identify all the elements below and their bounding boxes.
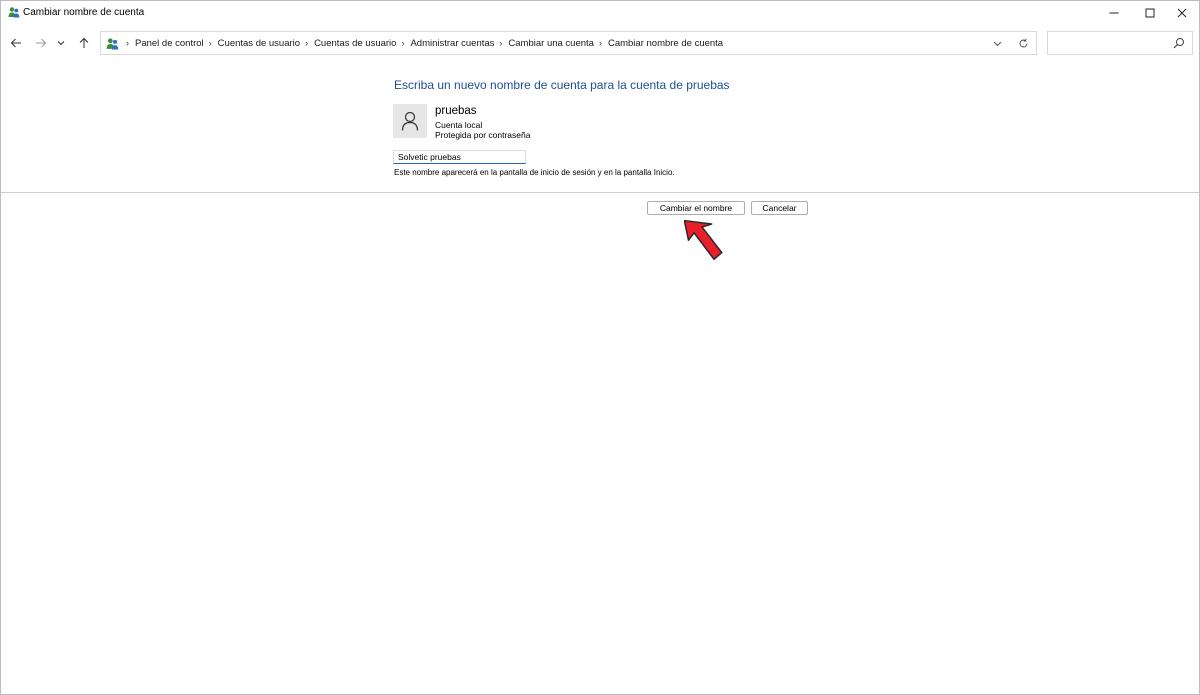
account-protection: Protegida por contraseña — [435, 130, 531, 140]
breadcrumb-item[interactable]: Panel de control — [135, 38, 204, 49]
address-dropdown-button[interactable] — [990, 37, 1004, 50]
chevron-right-icon: › — [305, 38, 309, 48]
recent-locations-button[interactable] — [54, 33, 68, 53]
forward-button[interactable] — [31, 33, 51, 53]
arrow-left-icon — [10, 38, 21, 48]
maximize-button[interactable] — [1132, 1, 1168, 25]
divider — [1, 192, 1199, 193]
control-panel-window: Cambiar nombre de cuenta › Panel de cont… — [0, 0, 1200, 695]
chevron-right-icon: › — [499, 38, 503, 48]
maximize-icon — [1145, 8, 1155, 18]
back-button[interactable] — [6, 33, 26, 53]
breadcrumb-item[interactable]: Cambiar nombre de cuenta — [608, 38, 723, 49]
name-hint-text: Este nombre aparecerá en la pantalla de … — [394, 168, 675, 177]
close-icon — [1177, 8, 1187, 18]
minimize-icon — [1109, 12, 1119, 14]
chevron-right-icon: › — [208, 38, 212, 48]
breadcrumb-item[interactable]: Cuentas de usuario — [314, 38, 396, 49]
users-icon — [8, 7, 20, 18]
search-icon[interactable] — [1173, 37, 1185, 49]
user-icon — [401, 111, 419, 131]
rename-button[interactable]: Cambiar el nombre — [647, 201, 745, 215]
red-pointer-icon — [684, 219, 723, 261]
page-title: Escriba un nuevo nombre de cuenta para l… — [394, 78, 730, 92]
chevron-right-icon: › — [126, 38, 129, 48]
breadcrumb: › Panel de control › Cuentas de usuario … — [121, 32, 723, 54]
refresh-icon — [1019, 38, 1028, 48]
navigation-bar: › Panel de control › Cuentas de usuario … — [1, 29, 1199, 57]
breadcrumb-item[interactable]: Administrar cuentas — [410, 38, 494, 49]
arrow-up-icon — [79, 37, 89, 48]
breadcrumb-item[interactable]: Cambiar una cuenta — [508, 38, 594, 49]
account-type: Cuenta local — [435, 120, 483, 130]
chevron-right-icon: › — [598, 38, 602, 48]
minimize-button[interactable] — [1096, 1, 1132, 25]
search-box[interactable] — [1047, 31, 1193, 55]
breadcrumb-item[interactable]: Cuentas de usuario — [218, 38, 300, 49]
arrow-right-icon — [36, 38, 47, 48]
account-name: pruebas — [435, 105, 477, 117]
users-icon — [106, 38, 119, 50]
chevron-right-icon: › — [401, 38, 405, 48]
close-button[interactable] — [1164, 1, 1200, 25]
window-title: Cambiar nombre de cuenta — [23, 7, 145, 18]
new-account-name-input[interactable] — [393, 150, 526, 164]
chevron-down-icon — [993, 41, 1001, 47]
refresh-button[interactable] — [1016, 36, 1031, 51]
address-bar[interactable]: › Panel de control › Cuentas de usuario … — [100, 31, 1037, 55]
search-input[interactable] — [1052, 35, 1170, 51]
avatar — [393, 104, 427, 138]
cancel-button[interactable]: Cancelar — [751, 201, 808, 215]
chevron-down-icon — [57, 41, 65, 46]
up-button[interactable] — [74, 33, 94, 53]
title-bar: Cambiar nombre de cuenta — [1, 1, 1199, 25]
